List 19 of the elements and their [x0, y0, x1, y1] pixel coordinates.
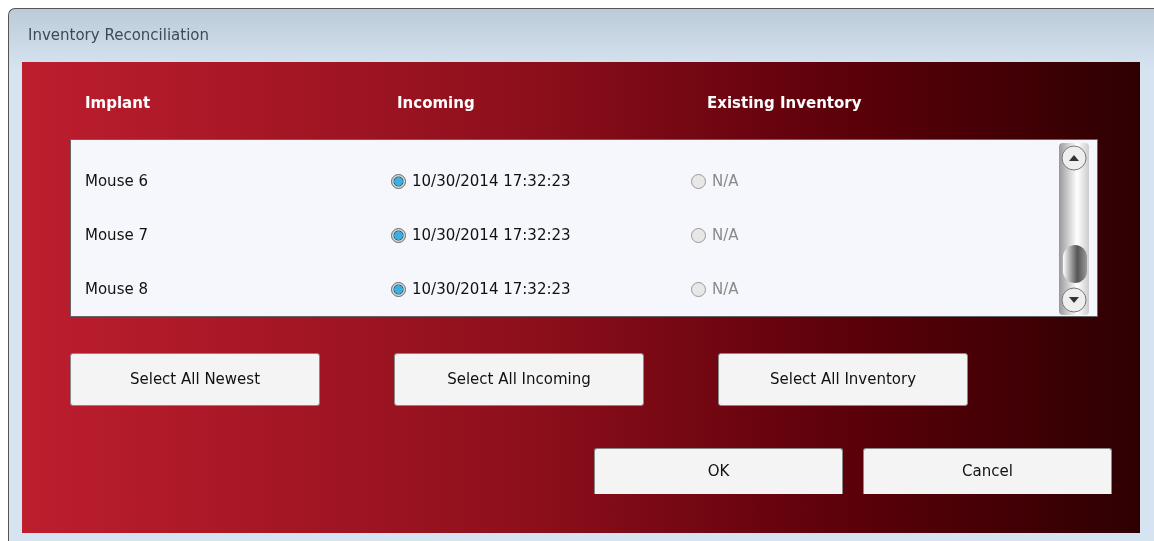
column-header: Incoming: [397, 93, 476, 115]
scrollbar[interactable]: [1057, 143, 1091, 315]
radio-button: N/A: [691, 223, 739, 247]
select-button[interactable]: Select All Newest: [70, 353, 320, 406]
column-header: Implant: [85, 93, 152, 115]
radio-button[interactable]: 10/30/2014 17:32:23: [391, 277, 691, 301]
select-button[interactable]: Select All Incoming: [394, 353, 644, 406]
table-cell-text: Mouse 7: [85, 224, 149, 246]
window-title: Inventory Reconciliation: [28, 25, 209, 47]
column-header: Existing Inventory: [707, 93, 862, 115]
radio-button: N/A: [691, 277, 739, 301]
table-cell-text: Mouse 6: [85, 170, 149, 192]
radio-button[interactable]: 10/30/2014 17:32:23: [391, 223, 691, 247]
select-button[interactable]: Select All Inventory: [718, 353, 968, 406]
ok-button[interactable]: OK: [594, 448, 843, 494]
table-cell-text: Mouse 8: [85, 278, 149, 300]
cancel-button[interactable]: Cancel: [863, 448, 1112, 494]
radio-button[interactable]: 10/30/2014 17:32:23: [391, 169, 691, 193]
radio-button: N/A: [691, 169, 739, 193]
